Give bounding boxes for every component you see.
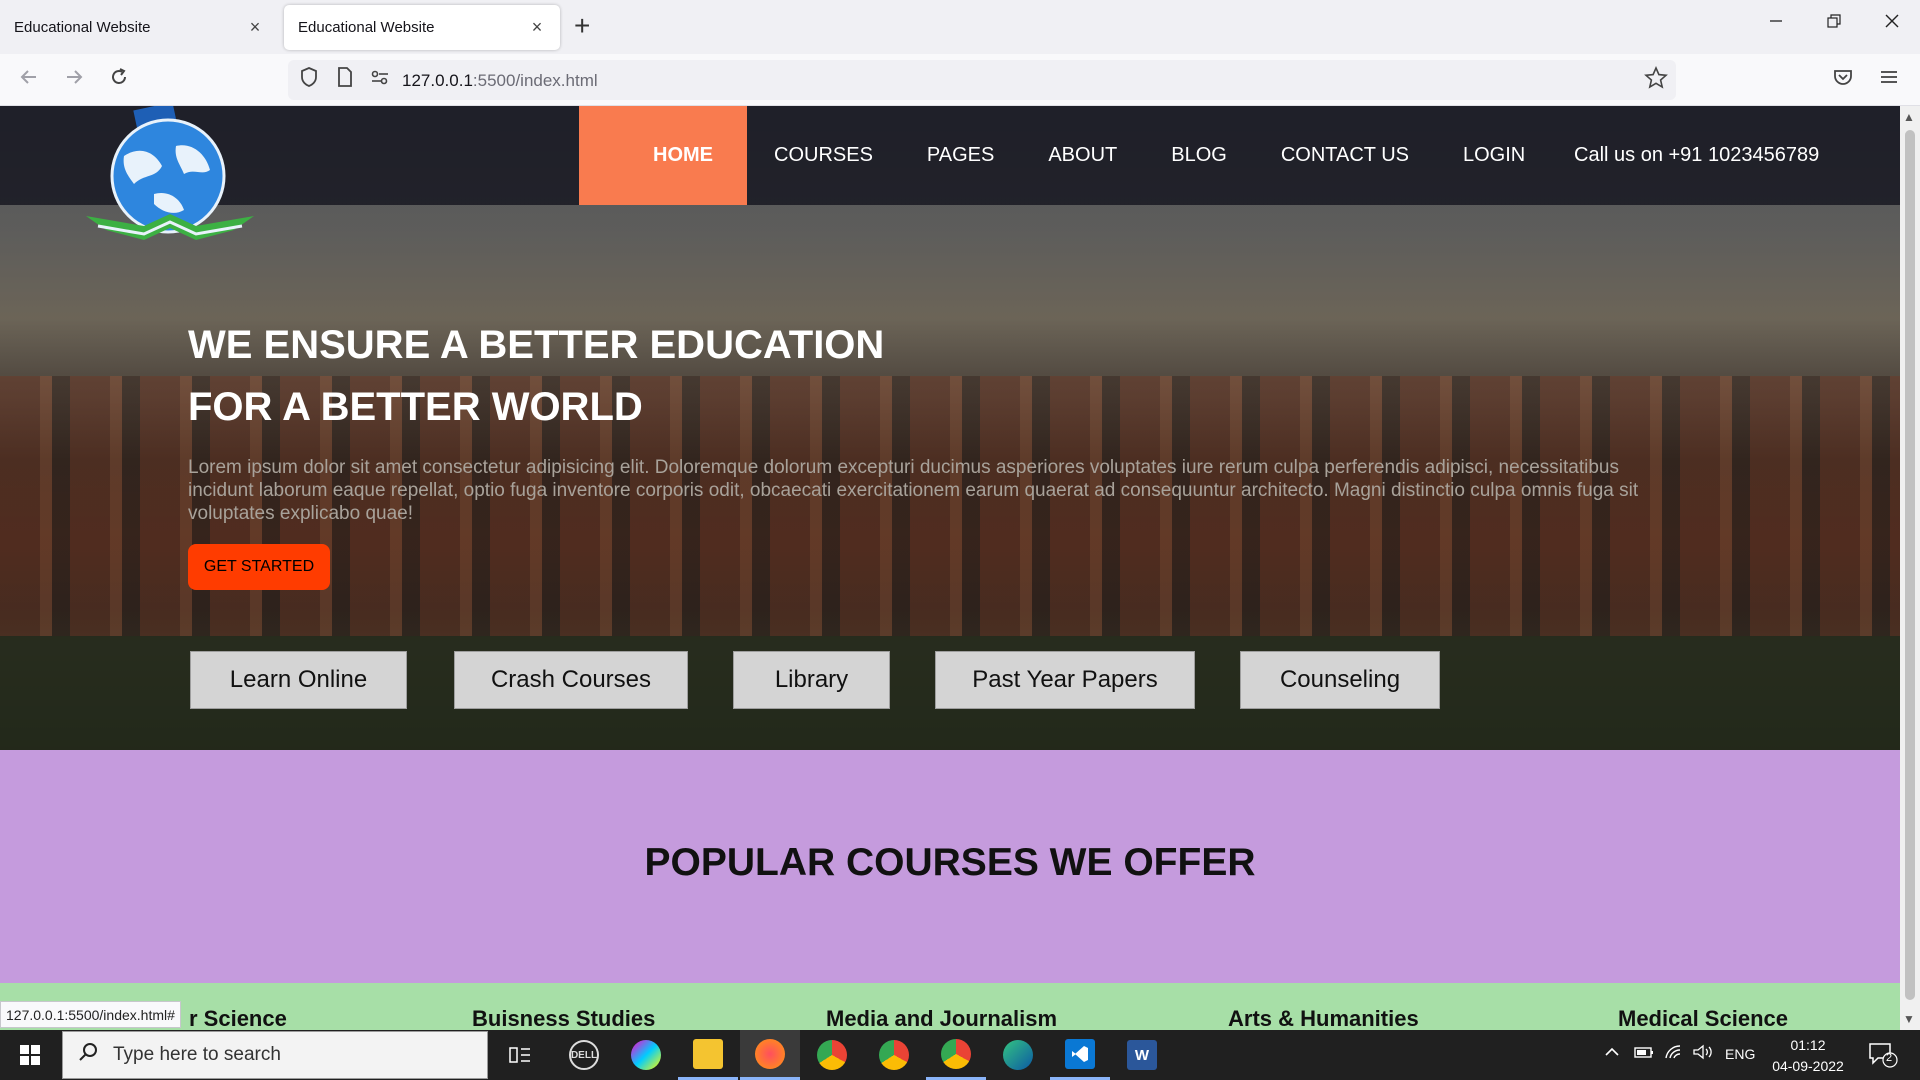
dell-logo-icon: DELL bbox=[569, 1040, 599, 1070]
search-placeholder: Type here to search bbox=[113, 1044, 281, 1065]
chrome-profile-2-icon[interactable] bbox=[864, 1030, 924, 1080]
menu-item-login[interactable]: LOGIN bbox=[1436, 106, 1552, 205]
paint-icon[interactable] bbox=[616, 1030, 676, 1080]
popular-courses-title: POPULAR COURSES WE OFFER bbox=[644, 841, 1256, 884]
past-year-papers-button[interactable]: Past Year Papers bbox=[935, 651, 1195, 709]
search-icon bbox=[77, 1041, 99, 1069]
vscode-logo-icon bbox=[1065, 1038, 1095, 1069]
page-icon bbox=[334, 66, 356, 94]
url-host: 127.0.0.1 bbox=[402, 71, 473, 90]
new-tab-button[interactable]: + bbox=[574, 12, 590, 40]
page-viewport: HOME COURSES PAGES ABOUT BLOG CONTACT US… bbox=[0, 106, 1900, 1030]
tab-title: Educational Website bbox=[298, 19, 435, 36]
chrome-profile-3-icon[interactable] bbox=[926, 1030, 986, 1080]
firefox-logo-icon bbox=[755, 1038, 785, 1069]
get-started-button[interactable]: GET STARTED bbox=[188, 544, 330, 590]
scroll-up-icon[interactable]: ▲ bbox=[1903, 110, 1915, 124]
courses-strip: r Science Buisness Studies Media and Jou… bbox=[0, 983, 1900, 1030]
chrome-logo-icon bbox=[817, 1040, 847, 1070]
browser-toolbar: 127.0.0.1:5500/index.html bbox=[0, 54, 1920, 106]
menu-item-courses[interactable]: COURSES bbox=[747, 106, 900, 205]
pocket-icon[interactable] bbox=[1832, 66, 1854, 94]
close-tab-icon[interactable]: × bbox=[246, 17, 264, 38]
taskbar-search-box[interactable]: Type here to search bbox=[62, 1031, 488, 1079]
windows-start-icon[interactable] bbox=[0, 1030, 60, 1080]
site-navbar: HOME COURSES PAGES ABOUT BLOG CONTACT US… bbox=[0, 106, 1900, 240]
forward-icon[interactable] bbox=[63, 66, 85, 94]
browser-tab-bar: Educational Website × Educational Websit… bbox=[0, 0, 1920, 54]
crash-courses-button[interactable]: Crash Courses bbox=[454, 651, 688, 709]
chrome-logo-icon bbox=[879, 1040, 909, 1070]
system-clock[interactable]: 01:12 04-09-2022 bbox=[1768, 1035, 1848, 1077]
browser-tab-2-active[interactable]: Educational Website × bbox=[284, 5, 560, 50]
edge-icon[interactable] bbox=[988, 1030, 1048, 1080]
permissions-icon[interactable] bbox=[369, 66, 391, 94]
restore-icon[interactable] bbox=[1826, 12, 1842, 35]
site-logo[interactable] bbox=[84, 106, 256, 244]
close-tab-icon[interactable]: × bbox=[528, 17, 546, 38]
main-menu: HOME COURSES PAGES ABOUT BLOG CONTACT US… bbox=[579, 106, 1552, 205]
hero-description: Lorem ipsum dolor sit amet consectetur a… bbox=[188, 457, 1639, 524]
close-window-icon[interactable] bbox=[1884, 12, 1900, 35]
volume-icon[interactable] bbox=[1692, 1044, 1714, 1064]
course-arts-humanities[interactable]: Arts & Humanities bbox=[1228, 1006, 1419, 1030]
phone-number: Call us on +91 1023456789 bbox=[1574, 144, 1820, 166]
clock-date: 04-09-2022 bbox=[1772, 1058, 1844, 1074]
firefox-icon[interactable] bbox=[740, 1030, 800, 1080]
task-view-icon[interactable] bbox=[490, 1030, 550, 1080]
file-explorer-icon[interactable] bbox=[678, 1030, 738, 1080]
menu-item-contact-us[interactable]: CONTACT US bbox=[1254, 106, 1436, 205]
link-status-tooltip: 127.0.0.1:5500/index.html# bbox=[0, 1001, 181, 1028]
menu-item-about[interactable]: ABOUT bbox=[1021, 106, 1144, 205]
url-path: :5500/index.html bbox=[472, 71, 598, 90]
browser-tab-1[interactable]: Educational Website × bbox=[0, 5, 278, 50]
learn-online-button[interactable]: Learn Online bbox=[190, 651, 407, 709]
menu-item-pages[interactable]: PAGES bbox=[900, 106, 1021, 205]
windows-taskbar: Type here to search DELL W ENG 01:12 04-… bbox=[0, 1030, 1920, 1080]
course-computer-science[interactable]: r Science bbox=[189, 1006, 287, 1030]
battery-icon[interactable] bbox=[1634, 1044, 1654, 1064]
course-medical-science[interactable]: Medical Science bbox=[1618, 1006, 1788, 1030]
hero-headline-line-1: WE ENSURE A BETTER EDUCATION bbox=[188, 323, 885, 367]
hero-section: HOME COURSES PAGES ABOUT BLOG CONTACT US… bbox=[0, 106, 1900, 750]
course-business-studies[interactable]: Buisness Studies bbox=[472, 1006, 655, 1030]
clock-time: 01:12 bbox=[1790, 1037, 1826, 1053]
counseling-button[interactable]: Counseling bbox=[1240, 651, 1440, 709]
shield-icon[interactable] bbox=[298, 66, 320, 94]
back-icon[interactable] bbox=[18, 66, 40, 94]
bookmark-star-icon[interactable] bbox=[1644, 66, 1668, 96]
menu-hamburger-icon[interactable] bbox=[1878, 66, 1900, 94]
scrollbar-thumb[interactable] bbox=[1905, 130, 1915, 1000]
hero-headline-line-2: FOR A BETTER WORLD bbox=[188, 385, 643, 429]
tray-chevron-up-icon[interactable] bbox=[1604, 1044, 1620, 1064]
dell-icon[interactable]: DELL bbox=[554, 1030, 614, 1080]
notifications-icon[interactable]: 2 bbox=[1868, 1042, 1898, 1072]
minimize-icon[interactable] bbox=[1768, 12, 1784, 35]
vscode-icon[interactable] bbox=[1050, 1030, 1110, 1080]
course-media-journalism[interactable]: Media and Journalism bbox=[826, 1006, 1057, 1030]
url-text[interactable]: 127.0.0.1:5500/index.html bbox=[402, 71, 598, 91]
page-scrollbar[interactable]: ▲ ▼ bbox=[1900, 106, 1920, 1030]
chrome-logo-icon bbox=[941, 1038, 971, 1069]
chrome-icon[interactable] bbox=[802, 1030, 862, 1080]
edge-logo-icon bbox=[1003, 1040, 1033, 1070]
menu-item-blog[interactable]: BLOG bbox=[1144, 106, 1254, 205]
folder-icon bbox=[693, 1038, 723, 1069]
library-button[interactable]: Library bbox=[733, 651, 890, 709]
word-icon[interactable]: W bbox=[1112, 1030, 1172, 1080]
tab-title: Educational Website bbox=[14, 19, 151, 36]
scroll-down-icon[interactable]: ▼ bbox=[1903, 1012, 1915, 1026]
notification-count: 2 bbox=[1886, 1052, 1893, 1064]
paint-palette-icon bbox=[631, 1040, 661, 1070]
language-indicator[interactable]: ENG bbox=[1725, 1046, 1755, 1062]
hero-headline: WE ENSURE A BETTER EDUCATION FOR A BETTE… bbox=[188, 314, 884, 438]
reload-icon[interactable] bbox=[108, 66, 130, 94]
word-logo-icon: W bbox=[1127, 1040, 1157, 1070]
menu-item-home[interactable]: HOME bbox=[579, 106, 747, 205]
popular-courses-section: POPULAR COURSES WE OFFER bbox=[0, 750, 1900, 983]
wifi-icon[interactable] bbox=[1664, 1044, 1684, 1064]
